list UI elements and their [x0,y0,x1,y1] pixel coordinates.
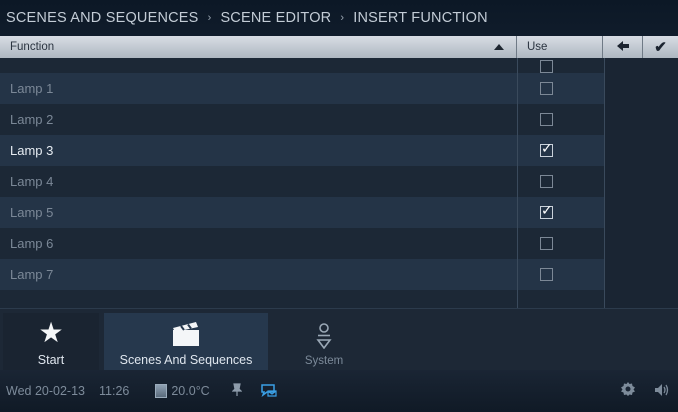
status-date: Wed 20-02-13 [6,384,85,398]
empty-use-cell [518,290,604,308]
function-list[interactable]: Lamp 1 Lamp 2 Lamp 3 Lamp 4 Lamp 5 Lamp 6 Lamp… [0,58,678,308]
action-column [604,58,678,308]
tab-system[interactable]: System [272,313,376,371]
breadcrumb: SCENES AND SEQUENCES › SCENE EDITOR › IN… [0,0,678,36]
use-checkbox[interactable] [540,237,553,250]
status-temperature: 20.0°C [171,384,210,398]
use-checkbox[interactable] [540,175,553,188]
breadcrumb-separator: › [340,12,345,24]
breadcrumb-item-scenes-and-sequences[interactable]: SCENES AND SEQUENCES [6,10,199,26]
tab-system-label: System [304,355,344,367]
use-cell [518,197,604,228]
star-icon: ★ [38,316,64,349]
back-arrow-icon [616,39,630,55]
list-item[interactable]: Lamp 2 [0,104,517,135]
status-time: 11:26 [99,384,130,398]
list-item-label: Lamp 7 [10,267,54,282]
tab-start[interactable]: ★ Start [3,313,99,371]
use-cell-partial[interactable] [518,58,604,73]
list-item-label: Lamp 6 [10,236,54,251]
list-item-partial[interactable] [0,58,517,73]
list-item[interactable]: Lamp 5 [0,197,517,228]
bottom-tab-bar: ★ Start Scenes And Sequences System [0,308,678,371]
status-bar: Wed 20-02-13 11:26 20.0°C [0,370,678,412]
function-column-header[interactable]: Function [0,36,517,58]
use-cell [518,104,604,135]
use-cell [518,135,604,166]
use-checkbox[interactable] [540,113,553,126]
list-item[interactable]: Lamp 6 [0,228,517,259]
list-item-label: Lamp 1 [10,81,54,96]
thermometer-icon [155,384,168,398]
checkmark-icon: ✔ [654,39,667,56]
use-checkbox-partial[interactable] [540,60,553,73]
list-item[interactable]: Lamp 3 [0,135,517,166]
use-cell [518,228,604,259]
empty-row [0,290,517,308]
use-checkbox[interactable] [540,82,553,95]
function-column-label: Function [10,41,55,53]
column-divider [604,58,605,308]
list-item[interactable]: Lamp 4 [0,166,517,197]
breadcrumb-separator: › [207,12,212,24]
list-item[interactable]: Lamp 7 [0,259,517,290]
breadcrumb-item-insert-function: INSERT FUNCTION [353,10,488,26]
list-item-label: Lamp 2 [10,112,54,127]
column-divider [517,58,518,308]
clapperboard-icon [169,321,203,347]
tab-scenes-label: Scenes And Sequences [119,353,253,367]
list-item-label: Lamp 5 [10,205,54,220]
use-cell [518,166,604,197]
gear-icon[interactable] [620,381,636,401]
breadcrumb-item-scene-editor[interactable]: SCENE EDITOR [220,10,331,26]
back-button[interactable] [603,36,643,58]
pin-icon[interactable] [231,382,243,400]
list-item-label: Lamp 4 [10,174,54,189]
use-column-label: Use [527,41,548,53]
system-icon [316,323,332,349]
sort-ascending-icon[interactable] [494,44,504,50]
use-checkbox-checked[interactable] [540,203,553,219]
list-item-label: Lamp 3 [10,143,54,158]
use-checkbox[interactable] [540,268,553,281]
use-column-header: Use [517,36,603,58]
tab-start-label: Start [37,353,65,367]
table-header: Function Use ✔ [0,36,678,58]
message-icon[interactable] [260,383,278,400]
use-cell [518,73,604,104]
use-checkbox-checked[interactable] [540,141,553,157]
confirm-button[interactable]: ✔ [643,36,678,58]
list-item[interactable]: Lamp 1 [0,73,517,104]
tab-scenes-and-sequences[interactable]: Scenes And Sequences [104,313,268,371]
use-cell [518,259,604,290]
speaker-icon[interactable] [654,383,670,400]
